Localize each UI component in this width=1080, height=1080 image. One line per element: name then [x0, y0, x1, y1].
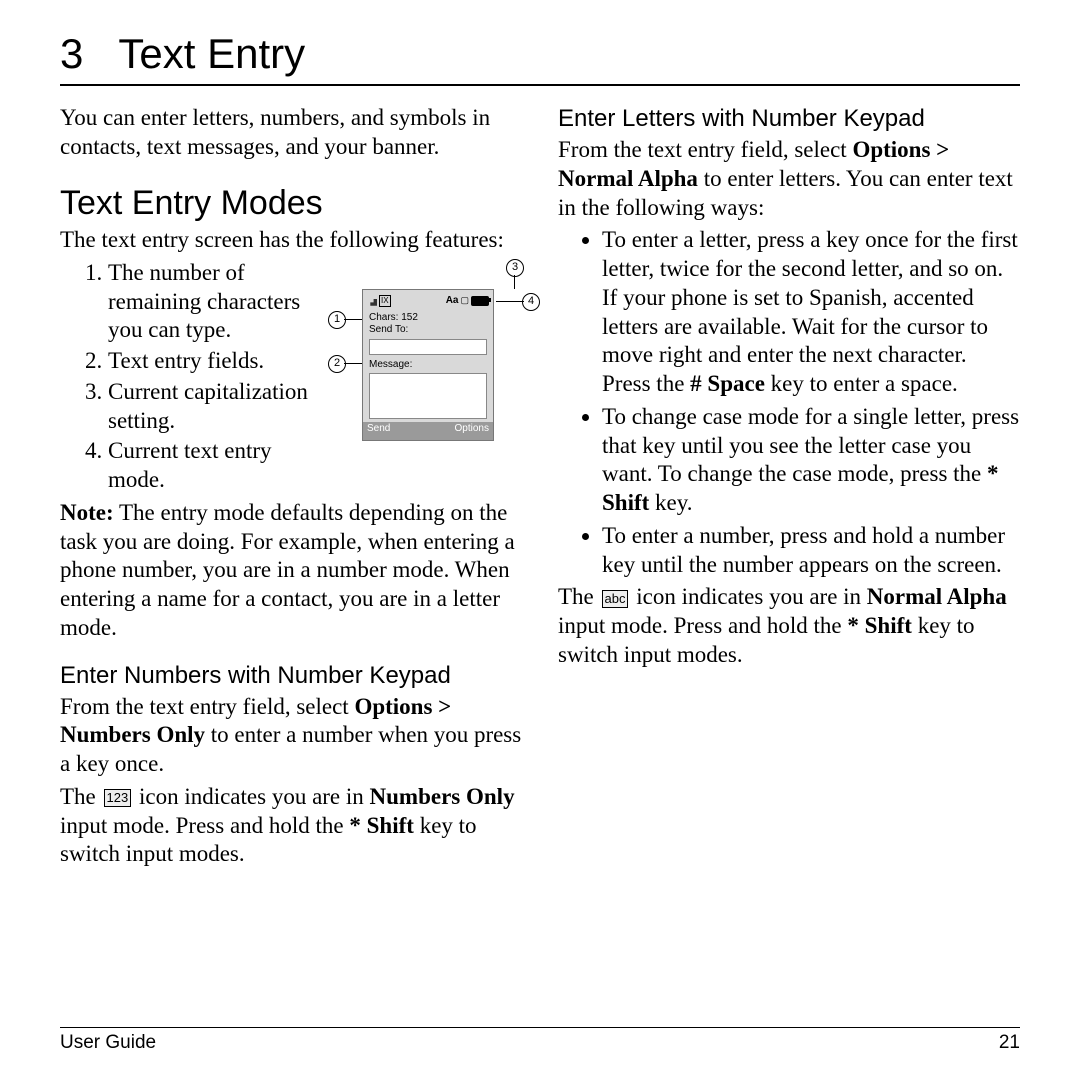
signal-icon: [367, 296, 377, 306]
callout-2-lead: [344, 363, 362, 365]
feature-1: The number of remaining characters you c…: [108, 259, 348, 345]
callout-3: 3: [506, 259, 524, 277]
message-label: Message:: [363, 359, 493, 372]
alpha-mode-icon: abc: [602, 590, 629, 608]
note-label: Note:: [60, 500, 114, 525]
footer-rule: [60, 1027, 1020, 1028]
mode-indicator-icon: ▢: [460, 295, 469, 306]
numbers-p1: From the text entry field, select Option…: [60, 693, 522, 779]
feature-4: Current text entry mode.: [108, 437, 522, 495]
page-footer: User Guide 21: [60, 1027, 1020, 1054]
letters-bullets: To enter a letter, press a key once for …: [558, 226, 1020, 579]
phone-screen: IX Aa▢ Chars: 152 Send To: Message: Send…: [362, 289, 494, 441]
softkey-right: Options: [455, 423, 489, 439]
letters-bullet-2: To change case mode for a single letter,…: [602, 403, 1020, 518]
letters-bullet-3: To enter a number, press and hold a numb…: [602, 522, 1020, 580]
letters-bullet-1: To enter a letter, press a key once for …: [602, 226, 1020, 399]
letters-p2: The abc icon indicates you are in Normal…: [558, 583, 1020, 669]
note-text: The entry mode defaults depending on the…: [60, 500, 515, 640]
footer-page-number: 21: [999, 1032, 1020, 1054]
phone-statusbar: IX Aa▢: [363, 290, 493, 312]
phone-diagram: 3 4 1 2 IX Aa▢ Chars: 152 Send To:: [322, 263, 522, 443]
footer-left: User Guide: [60, 1032, 156, 1054]
softkey-left: Send: [367, 423, 390, 439]
ix-icon: IX: [379, 295, 391, 307]
numbers-p2: The 123 icon indicates you are in Number…: [60, 783, 522, 869]
section-heading-modes: Text Entry Modes: [60, 182, 522, 225]
feature-3: Current capitalization setting.: [108, 378, 348, 436]
feature-2: Text entry fields.: [108, 347, 348, 376]
right-column: Enter Letters with Number Keypad From th…: [558, 104, 1020, 873]
message-field: [369, 373, 487, 419]
section-heading-numbers: Enter Numbers with Number Keypad: [60, 661, 522, 691]
left-column: You can enter letters, numbers, and symb…: [60, 104, 522, 873]
callout-4-lead: [496, 301, 524, 303]
send-to-field: [369, 339, 487, 355]
phone-softkeys: Send Options: [363, 422, 493, 440]
callout-4: 4: [522, 293, 540, 311]
chars-label: Chars: 152: [363, 312, 493, 325]
letters-p1: From the text entry field, select Option…: [558, 136, 1020, 222]
callout-1-lead: [344, 319, 362, 321]
title-rule: [60, 84, 1020, 86]
send-to-label: Send To:: [363, 324, 493, 337]
chapter-number: 3: [60, 30, 83, 77]
note-paragraph: Note: The entry mode defaults depending …: [60, 499, 522, 643]
chapter-title: 3 Text Entry: [60, 30, 1020, 78]
section-heading-letters: Enter Letters with Number Keypad: [558, 104, 1020, 134]
modes-leadin: The text entry screen has the following …: [60, 226, 522, 255]
numbers-mode-icon: 123: [104, 789, 132, 807]
battery-icon: [471, 296, 489, 306]
intro-text: You can enter letters, numbers, and symb…: [60, 104, 522, 162]
callout-3-lead: [514, 275, 516, 289]
case-indicator: Aa: [446, 295, 459, 308]
chapter-name: Text Entry: [118, 30, 305, 77]
